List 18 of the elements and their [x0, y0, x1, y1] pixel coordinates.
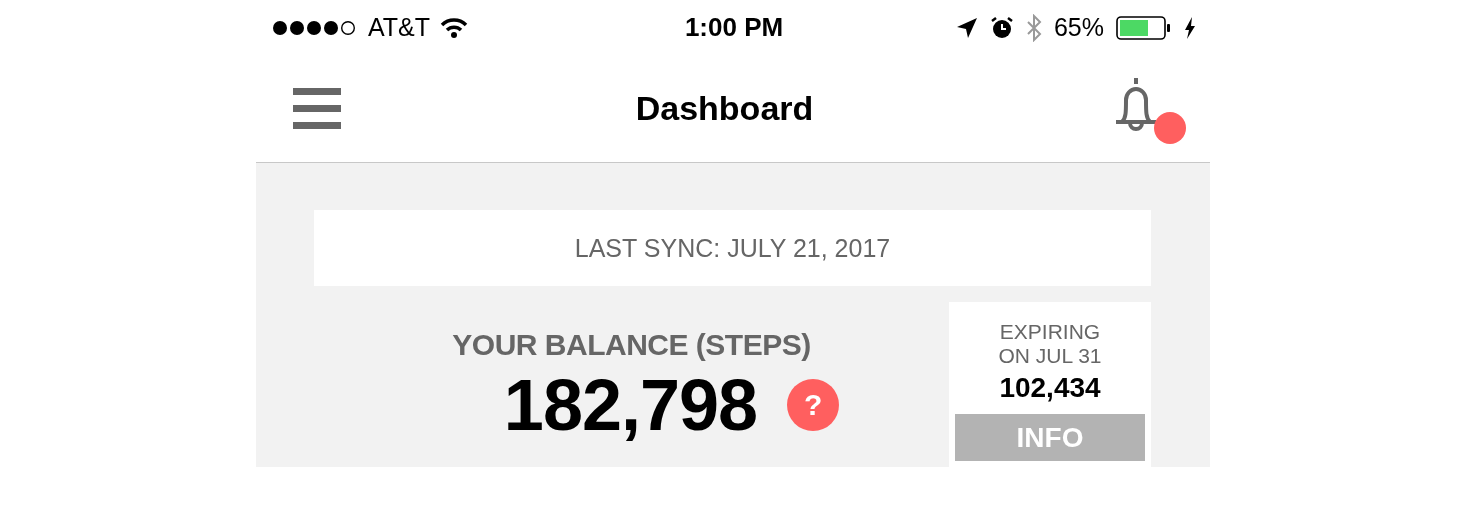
info-button[interactable]: INFO	[955, 414, 1145, 461]
alarm-clock-icon	[989, 15, 1014, 40]
carrier-name: AT&T	[368, 13, 431, 42]
bluetooth-icon	[1025, 13, 1042, 42]
battery-percent: 65%	[1053, 13, 1104, 42]
page-title: Dashboard	[635, 89, 814, 128]
battery-icon	[1116, 15, 1172, 40]
expiring-value: 102,434	[999, 372, 1101, 404]
help-button[interactable]: ?	[787, 379, 840, 431]
balance-value: 182,798	[503, 364, 758, 446]
last-sync-text: LAST SYNC: JULY 21, 2017	[574, 233, 891, 263]
location-arrow-icon	[955, 16, 978, 39]
menu-icon[interactable]	[293, 87, 341, 130]
balance-label: YOUR BALANCE (STEPS)	[452, 328, 811, 362]
wifi-icon	[440, 16, 469, 39]
expiring-label: EXPIRING ON JUL 31	[998, 320, 1102, 368]
clock-time: 1:00 PM	[684, 12, 784, 43]
signal-icon	[272, 19, 358, 36]
